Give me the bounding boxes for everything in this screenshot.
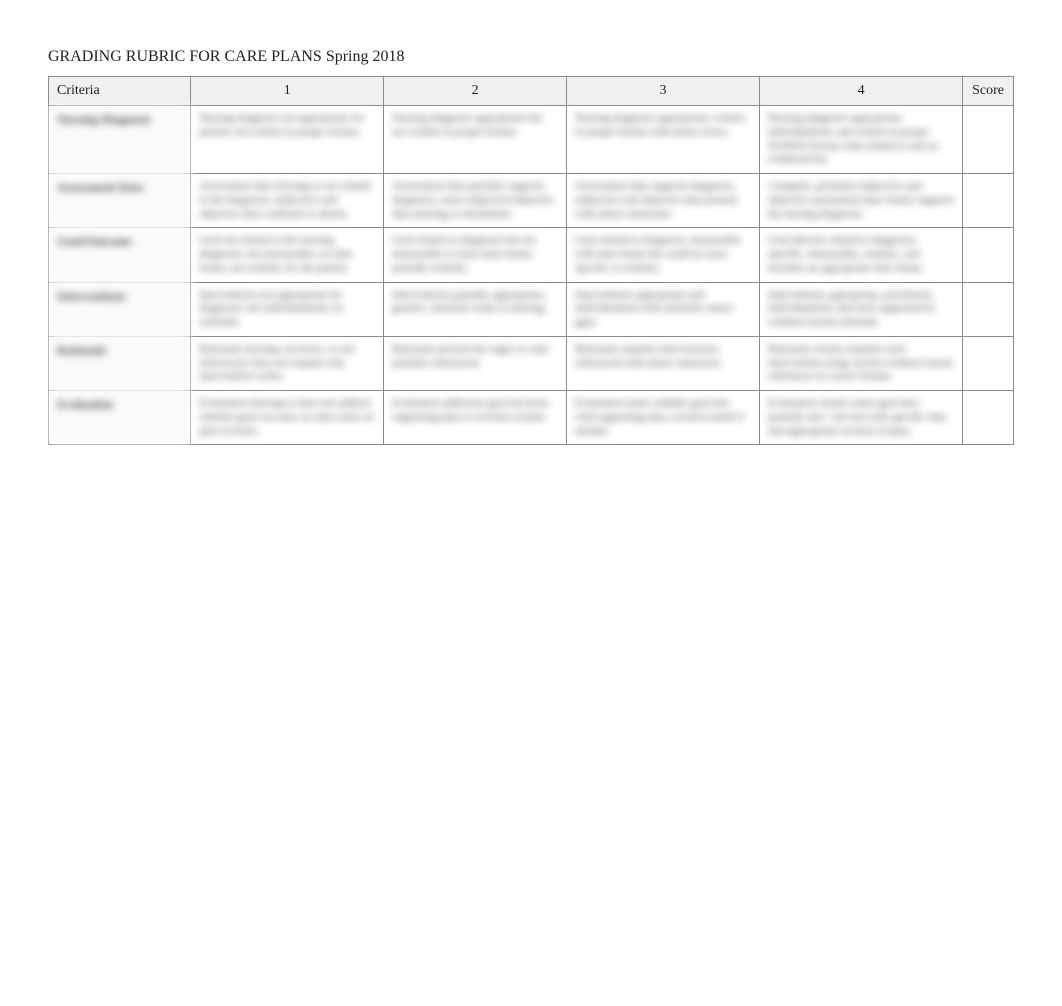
- cell: Evaluation states whether goal met with …: [567, 391, 760, 445]
- score-cell: [963, 391, 1014, 445]
- cell: Goal directly related to diagnosis; spec…: [760, 228, 963, 282]
- cell: Complete, pertinent subjective and objec…: [760, 174, 963, 228]
- cell: Goal not related to the nursing diagnosi…: [191, 228, 384, 282]
- row-label: Assessment Data: [49, 174, 191, 228]
- cell: Goal related to diagnosis; measurable wi…: [567, 228, 760, 282]
- score-cell: [963, 106, 1014, 174]
- cell: Rationale missing, incorrect, or not ref…: [191, 336, 384, 390]
- row-label: Evaluation: [49, 391, 191, 445]
- table-row: Interventions Interventions not appropri…: [49, 282, 1014, 336]
- row-label: Interventions: [49, 282, 191, 336]
- table-row: Nursing Diagnosis Nursing diagnosis not …: [49, 106, 1014, 174]
- header-col-2: 2: [384, 77, 567, 106]
- cell: Nursing diagnosis appropriate but not wr…: [384, 106, 567, 174]
- table-row: Evaluation Evaluation missing or does no…: [49, 391, 1014, 445]
- row-label: Rationale: [49, 336, 191, 390]
- cell: Evaluation clearly states goal met / par…: [760, 391, 963, 445]
- cell: Nursing diagnosis appropriate; written i…: [567, 106, 760, 174]
- rubric-table: Criteria 1 2 3 4 Score Nursing Diagnosis…: [48, 76, 1014, 445]
- cell: Evaluation addresses goal but lacks supp…: [384, 391, 567, 445]
- cell: Assessment data partially supports diagn…: [384, 174, 567, 228]
- cell: Interventions not appropriate for diagno…: [191, 282, 384, 336]
- table-body: Nursing Diagnosis Nursing diagnosis not …: [49, 106, 1014, 445]
- table-header: Criteria 1 2 3 4 Score: [49, 77, 1014, 106]
- score-cell: [963, 336, 1014, 390]
- cell: Rationale present but vague or only part…: [384, 336, 567, 390]
- cell: Goal related to diagnosis but not measur…: [384, 228, 567, 282]
- cell: Nursing diagnosis appropriate, individua…: [760, 106, 963, 174]
- table-row: Assessment Data Assessment data missing …: [49, 174, 1014, 228]
- cell: Evaluation missing or does not address w…: [191, 391, 384, 445]
- cell: Rationale clearly explains each interven…: [760, 336, 963, 390]
- page-title: GRADING RUBRIC FOR CARE PLANS Spring 201…: [48, 48, 1014, 66]
- row-label: Goal/Outcome: [49, 228, 191, 282]
- cell: Nursing diagnosis not appropriate for pa…: [191, 106, 384, 174]
- cell: Assessment data supports diagnosis; subj…: [567, 174, 760, 228]
- header-col-1: 1: [191, 77, 384, 106]
- score-cell: [963, 174, 1014, 228]
- table-row: Goal/Outcome Goal not related to the nur…: [49, 228, 1014, 282]
- header-score: Score: [963, 77, 1014, 106]
- row-label: Nursing Diagnosis: [49, 106, 191, 174]
- table-row: Rationale Rationale missing, incorrect, …: [49, 336, 1014, 390]
- cell: Interventions partially appropriate; gen…: [384, 282, 567, 336]
- score-cell: [963, 282, 1014, 336]
- header-criteria: Criteria: [49, 77, 191, 106]
- header-col-3: 3: [567, 77, 760, 106]
- cell: Assessment data missing or not related t…: [191, 174, 384, 228]
- score-cell: [963, 228, 1014, 282]
- header-col-4: 4: [760, 77, 963, 106]
- cell: Rationale explains interventions; refere…: [567, 336, 760, 390]
- cell: Interventions appropriate and individual…: [567, 282, 760, 336]
- cell: Interventions appropriate, prioritized, …: [760, 282, 963, 336]
